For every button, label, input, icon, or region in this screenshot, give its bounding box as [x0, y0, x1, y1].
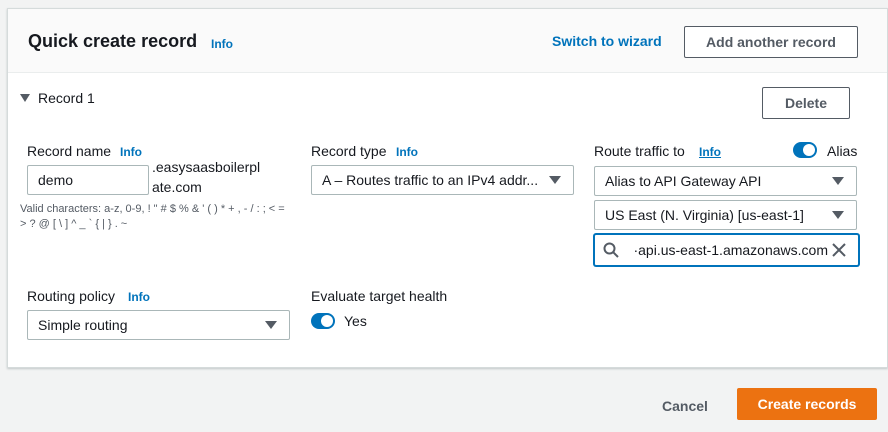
routing-policy-info-link[interactable]: Info — [128, 290, 150, 304]
toggle-knob — [321, 315, 333, 327]
dropdown-caret-icon — [832, 211, 844, 219]
delete-record-button[interactable]: Delete — [762, 87, 850, 119]
record-name-label: Record name — [27, 143, 112, 159]
evaluate-health-toggle-label: Yes — [344, 313, 367, 329]
page-title: Quick create record — [28, 31, 198, 51]
dropdown-caret-icon — [549, 176, 561, 184]
region-value: US East (N. Virginia) [us-east-1] — [605, 207, 804, 223]
region-select[interactable]: US East (N. Virginia) [us-east-1] — [594, 200, 857, 230]
caret-down-icon — [20, 94, 30, 102]
search-icon — [603, 242, 619, 258]
endpoint-type-select[interactable]: Alias to API Gateway API — [594, 166, 857, 196]
record-name-input[interactable]: demo — [27, 165, 149, 195]
record-name-info-link[interactable]: Info — [120, 145, 142, 159]
close-icon[interactable] — [831, 242, 847, 258]
evaluate-health-label: Evaluate target health — [311, 288, 448, 304]
dropdown-caret-icon — [265, 321, 277, 329]
record-type-select[interactable]: A – Routes traffic to an IPv4 addr... — [311, 165, 574, 195]
record-type-value: A – Routes traffic to an IPv4 addr... — [322, 172, 539, 188]
alias-toggle[interactable] — [793, 142, 817, 158]
domain-suffix: .easysaasboilerplate.com — [152, 159, 261, 195]
endpoint-search-input[interactable]: ·api.us-east-1.amazonaws.com — [594, 234, 859, 266]
switch-to-wizard-link[interactable]: Switch to wizard — [552, 33, 662, 49]
create-records-button[interactable]: Create records — [737, 388, 877, 420]
record-type-info-link[interactable]: Info — [396, 145, 418, 159]
dropdown-caret-icon — [832, 177, 844, 185]
routing-policy-value: Simple routing — [38, 317, 128, 333]
endpoint-search-value: ·api.us-east-1.amazonaws.com — [633, 242, 828, 258]
endpoint-type-value: Alias to API Gateway API — [605, 173, 762, 189]
routing-policy-select[interactable]: Simple routing — [27, 310, 290, 340]
record-name-hint: Valid characters: a-z, 0-9, ! " # $ % & … — [20, 203, 285, 230]
panel-header: Quick create record Info Switch to wizar… — [8, 9, 887, 73]
alias-label: Alias — [827, 143, 858, 159]
record-1-expander[interactable]: Record 1 — [20, 90, 95, 106]
toggle-knob — [803, 144, 815, 156]
cancel-button[interactable]: Cancel — [640, 390, 730, 422]
route-traffic-label: Route traffic to — [594, 143, 685, 159]
route-traffic-info-link[interactable]: Info — [699, 145, 721, 159]
record-1-label: Record 1 — [38, 90, 95, 106]
add-another-record-button[interactable]: Add another record — [684, 26, 858, 58]
title-info-link[interactable]: Info — [211, 37, 233, 51]
evaluate-health-toggle[interactable] — [311, 313, 335, 329]
record-type-label: Record type — [311, 143, 387, 159]
routing-policy-label: Routing policy — [27, 288, 115, 304]
